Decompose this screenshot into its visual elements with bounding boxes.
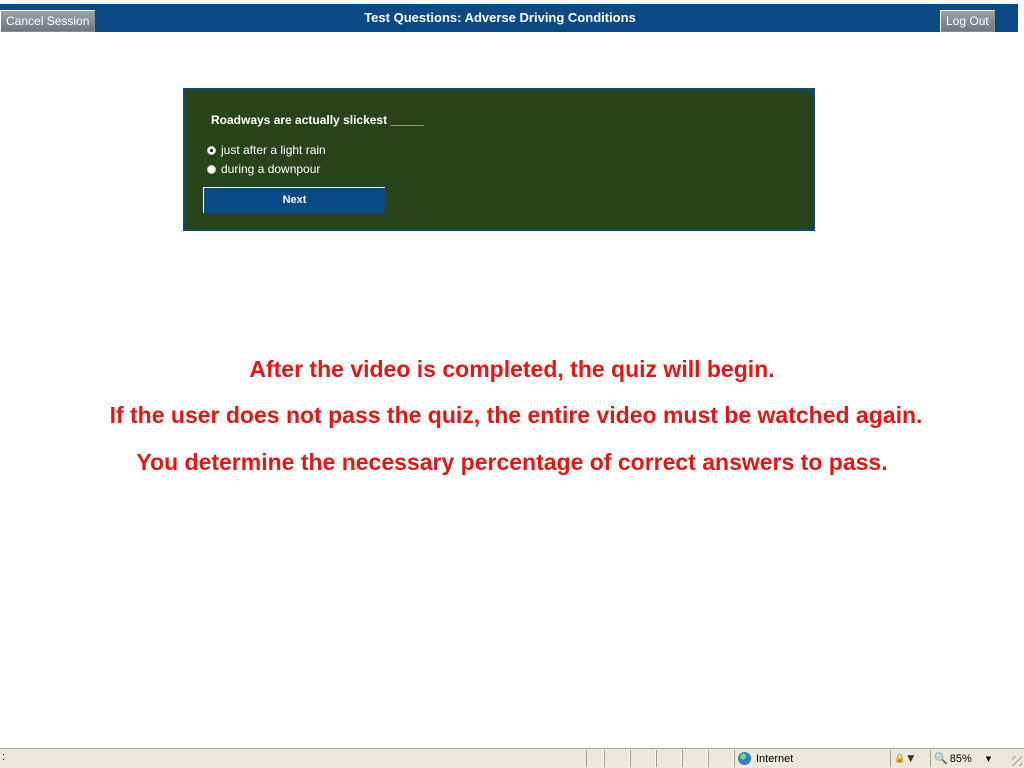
zoom-level: 85%: [949, 752, 972, 765]
log-out-button[interactable]: Log Out: [940, 10, 995, 32]
question-text: Roadways are actually slickest _____: [211, 113, 424, 127]
chevron-down-icon[interactable]: ▼: [986, 755, 991, 763]
status-pane: [630, 750, 656, 767]
status-pane: [682, 750, 708, 767]
quiz-panel: Roadways are actually slickest _____ jus…: [183, 88, 815, 231]
resize-grip-icon[interactable]: [1012, 756, 1022, 766]
protected-mode[interactable]: 🔒 ▼: [890, 750, 928, 767]
status-pane: [604, 750, 630, 767]
browser-status-bar: : Internet 🔒 ▼ 🔍 85% ▼: [0, 748, 1024, 768]
zoom-control[interactable]: 🔍 85% ▼: [930, 750, 1006, 767]
answer-option-label: just after a light rain: [221, 143, 326, 157]
radio-button[interactable]: [207, 164, 216, 174]
chevron-down-icon: ▼: [907, 753, 915, 764]
cancel-session-button[interactable]: Cancel Session: [0, 10, 96, 32]
security-zone[interactable]: Internet: [734, 750, 884, 767]
annotation-line-2: If the user does not pass the quiz, the …: [109, 402, 923, 428]
magnifier-icon: 🔍: [934, 752, 948, 765]
status-pane: [708, 750, 734, 767]
answer-option-2[interactable]: during a downpour: [207, 161, 320, 177]
page: Test Questions: Adverse Driving Conditio…: [0, 0, 1024, 768]
status-pane: [656, 750, 682, 767]
status-pane: [586, 750, 604, 767]
answer-option-label: during a downpour: [221, 162, 321, 176]
zone-label: Internet: [756, 752, 794, 765]
next-button[interactable]: Next: [203, 187, 385, 213]
status-text: :: [2, 751, 6, 763]
lock-icon: 🔒: [894, 753, 906, 764]
answer-option-1[interactable]: just after a light rain: [207, 142, 326, 158]
annotation-line-1: After the video is completed, the quiz w…: [249, 356, 775, 382]
page-title: Test Questions: Adverse Driving Conditio…: [364, 10, 636, 25]
annotation-line-3: You determine the necessary percentage o…: [136, 449, 888, 475]
globe-icon: [738, 752, 751, 765]
header-bar: Test Questions: Adverse Driving Conditio…: [0, 4, 1018, 32]
radio-button-selected[interactable]: [207, 145, 216, 155]
